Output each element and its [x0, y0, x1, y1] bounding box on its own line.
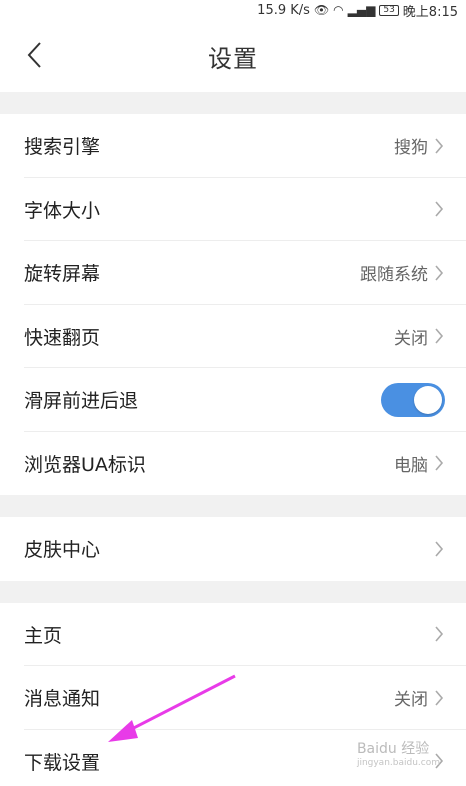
clock: 晚上8:15	[402, 4, 458, 20]
status-bar: 15.9 K/s 👁 ◠ ▂▄▆ 53 晚上8:15	[0, 0, 466, 20]
settings-row-right: 电脑	[394, 451, 444, 476]
watermark-url: jingyan.baidu.com	[356, 758, 440, 768]
header: 设置	[0, 20, 466, 92]
settings-row-label: 皮肤中心	[24, 539, 101, 562]
settings-row-label: 主页	[24, 624, 63, 647]
settings-row-value: 关闭	[394, 690, 428, 711]
watermark: Baidu 经验 jingyan.baidu.com	[357, 738, 440, 768]
back-arrow-icon[interactable]	[24, 40, 48, 70]
section-divider	[0, 580, 466, 603]
settings-row-right: 关闭	[394, 324, 444, 349]
chevron-right-icon	[434, 200, 444, 218]
chevron-right-icon	[434, 625, 444, 643]
settings-row[interactable]: 搜索引擎 搜狗	[0, 114, 466, 178]
toggle-knob	[414, 385, 442, 414]
wifi-icon: ◠	[333, 3, 344, 17]
settings-row-label: 旋转屏幕	[24, 263, 101, 286]
settings-row[interactable]: 滑屏前进后退	[0, 368, 466, 432]
settings-row-label: 消息通知	[24, 688, 101, 711]
chevron-right-icon	[434, 137, 444, 155]
toggle-switch[interactable]	[381, 382, 445, 417]
settings-row-value: 关闭	[394, 328, 428, 349]
settings-row-label: 滑屏前进后退	[24, 390, 139, 413]
settings-row-label: 字体大小	[24, 199, 101, 222]
settings-row[interactable]: 主页	[0, 603, 466, 667]
settings-row-right	[428, 625, 444, 643]
chevron-right-icon	[434, 327, 444, 345]
chevron-right-icon	[434, 264, 444, 282]
settings-row-value: 跟随系统	[360, 265, 428, 286]
network-speed: 15.9 K/s	[257, 2, 310, 18]
chevron-right-icon	[434, 689, 444, 707]
settings-row[interactable]: 字体大小	[0, 178, 466, 242]
settings-row-value: 搜狗	[394, 138, 428, 159]
battery-icon: 53	[379, 4, 399, 16]
chevron-right-icon	[434, 454, 444, 472]
chevron-right-icon	[434, 540, 444, 558]
settings-row-value: 电脑	[394, 455, 428, 476]
settings-row-label: 下载设置	[24, 751, 101, 774]
settings-row-right: 跟随系统	[360, 260, 444, 285]
watermark-text: Baidu 经验	[356, 741, 430, 757]
settings-row-right: 搜狗	[394, 133, 444, 158]
settings-row[interactable]: 快速翻页 关闭	[0, 305, 466, 369]
settings-row-label: 快速翻页	[24, 326, 101, 349]
page-title: 设置	[208, 44, 258, 73]
eye-icon: 👁	[313, 3, 330, 17]
settings-row-right	[381, 382, 445, 417]
section-divider	[0, 495, 466, 517]
section-divider	[0, 92, 466, 114]
settings-row[interactable]: 消息通知 关闭	[0, 666, 466, 730]
settings-row[interactable]: 浏览器UA标识 电脑	[0, 432, 466, 496]
settings-list: 搜索引擎 搜狗 字体大小 旋转屏幕 跟随系统 快速翻页 关闭 滑屏前进后退 浏览器UA标识 电脑皮…	[0, 92, 466, 786]
settings-row-right	[428, 540, 444, 558]
signal-icon: ▂▄▆	[347, 3, 376, 17]
settings-row[interactable]: 旋转屏幕 跟随系统	[0, 241, 466, 305]
settings-row-right	[428, 200, 444, 218]
settings-row-label: 浏览器UA标识	[24, 453, 146, 476]
settings-row[interactable]: 皮肤中心	[0, 517, 466, 581]
settings-row-label: 搜索引擎	[24, 136, 101, 159]
settings-row-right: 关闭	[394, 685, 444, 710]
